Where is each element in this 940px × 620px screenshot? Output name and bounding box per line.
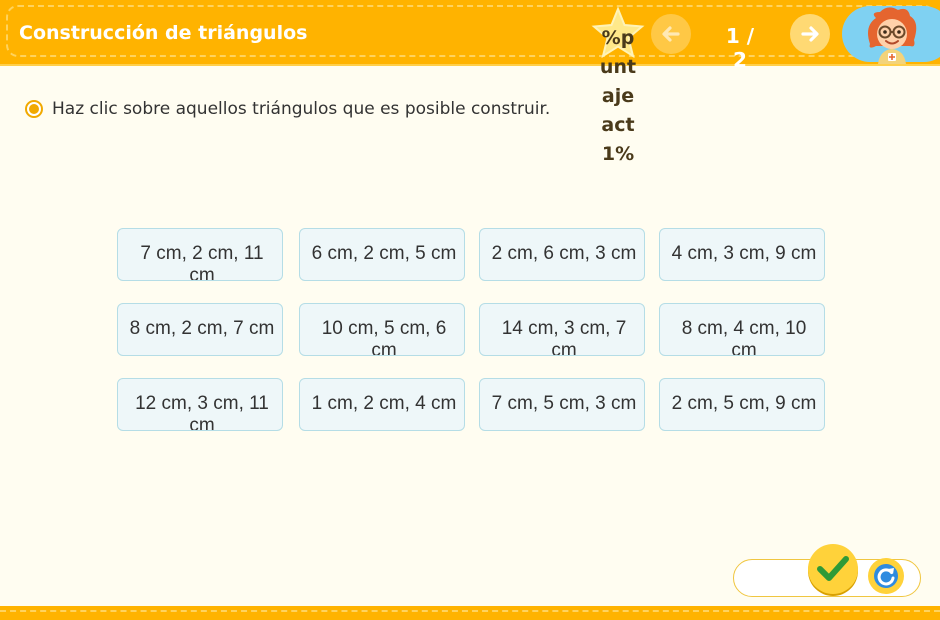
instruction-bullet-icon xyxy=(25,100,43,118)
page-title: Construcción de triángulos xyxy=(19,22,308,44)
option-card[interactable]: 8 cm, 2 cm, 7 cm xyxy=(117,303,283,356)
character-avatar xyxy=(868,7,917,64)
instruction: Haz clic sobre aquellos triángulos que e… xyxy=(25,98,550,120)
option-card[interactable]: 4 cm, 3 cm, 9 cm xyxy=(659,228,825,281)
option-card[interactable]: 2 cm, 6 cm, 3 cm xyxy=(479,228,645,281)
check-icon xyxy=(817,556,849,581)
option-card[interactable]: 10 cm, 5 cm, 6 cm xyxy=(299,303,465,356)
header-bar: Construcción de triángulos 1 / 2 xyxy=(0,0,940,72)
previous-button[interactable] xyxy=(651,14,691,54)
footer-bar xyxy=(0,606,940,620)
option-card[interactable]: 7 cm, 5 cm, 3 cm xyxy=(479,378,645,431)
reset-icon xyxy=(874,564,898,588)
arrow-right-icon xyxy=(801,26,819,42)
check-button[interactable] xyxy=(808,544,858,594)
option-card[interactable]: 6 cm, 2 cm, 5 cm xyxy=(299,228,465,281)
option-card[interactable]: 8 cm, 4 cm, 10 cm xyxy=(659,303,825,356)
page-indicator: 1 / 2 xyxy=(725,24,755,72)
arrow-left-icon xyxy=(662,26,680,42)
option-card[interactable]: 7 cm, 2 cm, 11 cm xyxy=(117,228,283,281)
reset-button[interactable] xyxy=(868,558,904,594)
option-card[interactable]: 2 cm, 5 cm, 9 cm xyxy=(659,378,825,431)
option-card[interactable]: 12 cm, 3 cm, 11 cm xyxy=(117,378,283,431)
option-card[interactable]: 14 cm, 3 cm, 7 cm xyxy=(479,303,645,356)
score-placeholder-text: %puntajeact1% xyxy=(599,27,637,165)
option-card[interactable]: 1 cm, 2 cm, 4 cm xyxy=(299,378,465,431)
next-button[interactable] xyxy=(790,14,830,54)
instruction-text: Haz clic sobre aquellos triángulos que e… xyxy=(52,99,551,119)
